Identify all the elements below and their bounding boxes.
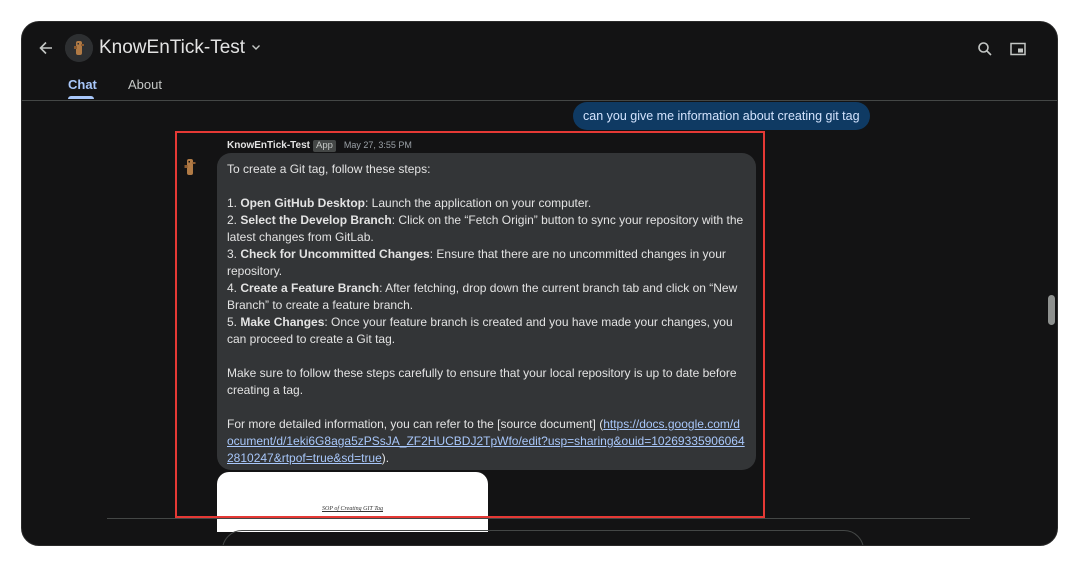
active-tab-indicator — [68, 96, 94, 99]
divider — [107, 518, 970, 519]
top-bar: KnowEnTick-Test — [22, 22, 1057, 74]
tab-chat[interactable]: Chat — [68, 76, 97, 94]
space-avatar — [65, 34, 93, 62]
user-message-bubble: can you give me information about creati… — [573, 102, 870, 130]
scrollbar-thumb[interactable] — [1048, 295, 1055, 325]
picture-in-picture-icon[interactable] — [1009, 40, 1027, 58]
search-icon[interactable] — [976, 40, 994, 58]
tab-bar: Chat About — [22, 74, 1057, 101]
tab-about[interactable]: About — [128, 76, 162, 94]
chat-window: KnowEnTick-Test Chat About can you give … — [21, 21, 1058, 546]
bot-logo-icon — [65, 34, 93, 62]
space-title-text: KnowEnTick-Test — [99, 37, 246, 59]
chevron-down-icon[interactable] — [251, 36, 261, 60]
highlight-box — [175, 131, 765, 518]
arrow-back-icon[interactable] — [36, 38, 56, 58]
space-title[interactable]: KnowEnTick-Test — [99, 36, 261, 60]
message-input[interactable] — [222, 530, 864, 545]
